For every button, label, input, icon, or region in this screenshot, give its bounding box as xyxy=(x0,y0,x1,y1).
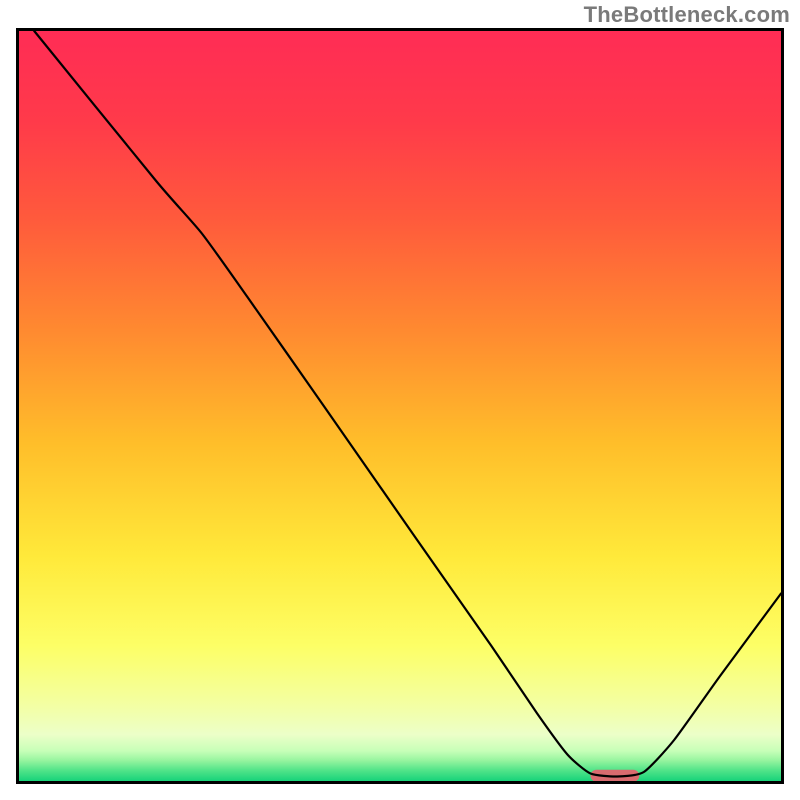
chart-container: TheBottleneck.com xyxy=(0,0,800,800)
chart-background xyxy=(19,31,781,781)
chart-svg xyxy=(16,28,784,784)
plot-area xyxy=(16,28,784,784)
watermark-text: TheBottleneck.com xyxy=(584,2,790,28)
